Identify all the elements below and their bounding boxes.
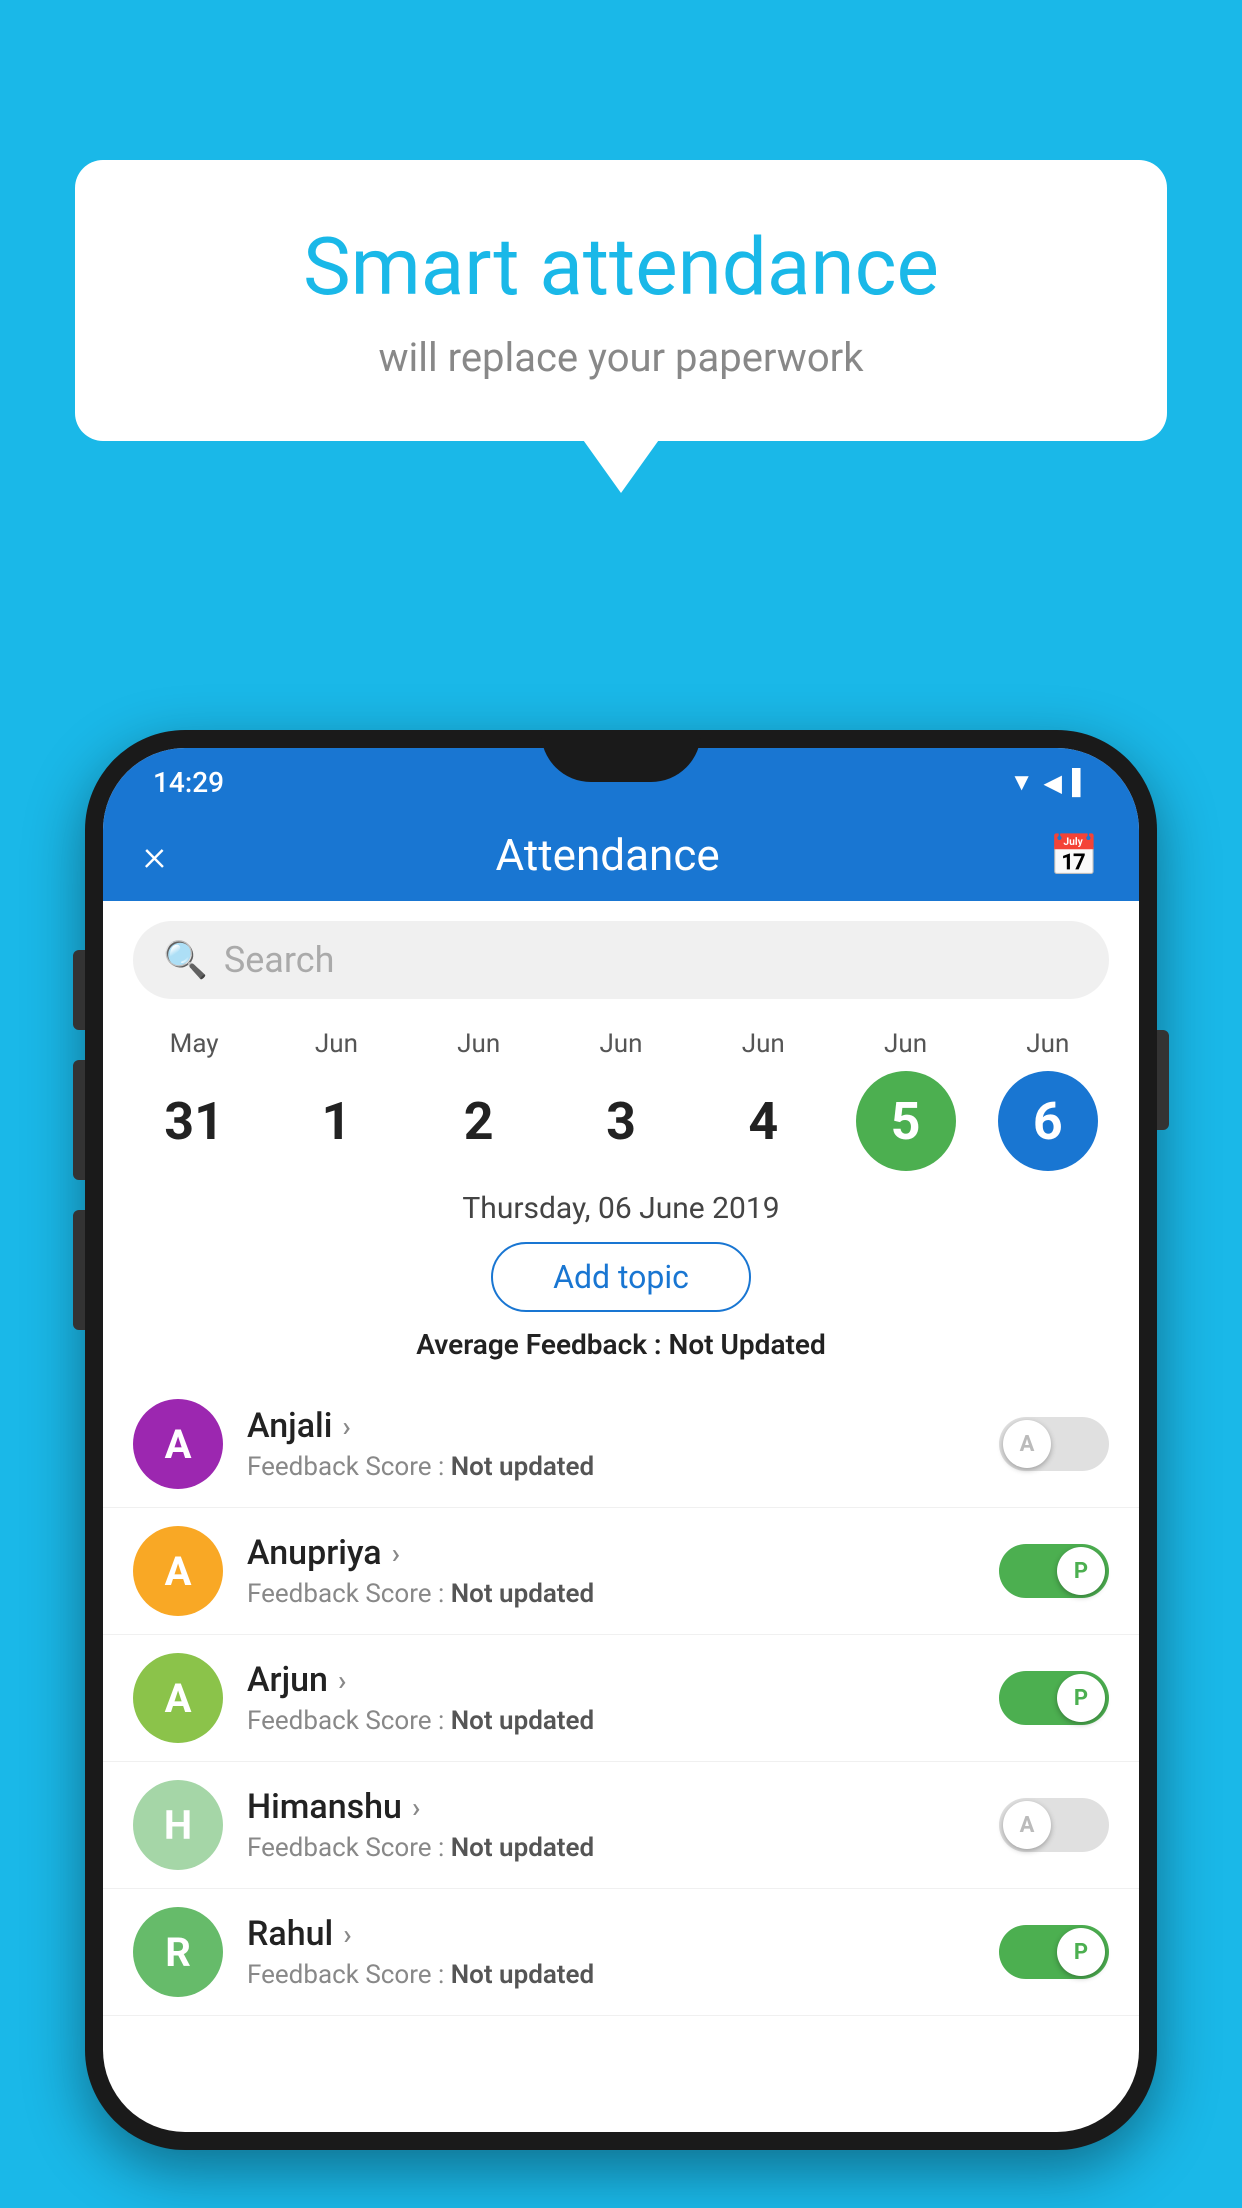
student-name[interactable]: Arjun › bbox=[247, 1660, 975, 1700]
cal-date-number[interactable]: 5 bbox=[856, 1071, 956, 1171]
selected-date-label: Thursday, 06 June 2019 bbox=[103, 1191, 1139, 1226]
toggle-wrap[interactable]: P bbox=[999, 1671, 1109, 1725]
student-info: Anupriya › Feedback Score : Not updated bbox=[247, 1533, 975, 1609]
student-score: Feedback Score : Not updated bbox=[247, 1833, 975, 1863]
student-avatar: A bbox=[133, 1526, 223, 1616]
chevron-icon: › bbox=[342, 1410, 350, 1443]
cal-month-label: Jun bbox=[742, 1029, 785, 1059]
student-score: Feedback Score : Not updated bbox=[247, 1960, 975, 1990]
cal-month-label: Jun bbox=[1026, 1029, 1069, 1059]
toggle-wrap[interactable]: A bbox=[999, 1798, 1109, 1852]
cal-date-number[interactable]: 6 bbox=[998, 1071, 1098, 1171]
add-topic-label[interactable]: Add topic bbox=[491, 1242, 751, 1312]
toggle-knob: P bbox=[1057, 1928, 1105, 1976]
attendance-toggle[interactable]: P bbox=[999, 1671, 1109, 1725]
signal-icon: ◀ bbox=[1044, 769, 1062, 797]
app-header: × Attendance 📅 bbox=[103, 809, 1139, 901]
cal-date-number[interactable]: 1 bbox=[286, 1071, 386, 1171]
toggle-wrap[interactable]: A bbox=[999, 1417, 1109, 1471]
bubble-subtitle: will replace your paperwork bbox=[155, 334, 1087, 381]
speech-bubble: Smart attendance will replace your paper… bbox=[75, 160, 1167, 441]
search-bar[interactable]: 🔍 Search bbox=[133, 921, 1109, 999]
student-score: Feedback Score : Not updated bbox=[247, 1452, 975, 1482]
student-item[interactable]: A Arjun › Feedback Score : Not updated P bbox=[103, 1635, 1139, 1762]
close-button[interactable]: × bbox=[143, 833, 166, 877]
student-info: Himanshu › Feedback Score : Not updated bbox=[247, 1787, 975, 1863]
attendance-toggle[interactable]: A bbox=[999, 1798, 1109, 1852]
chevron-icon: › bbox=[412, 1791, 420, 1824]
student-avatar: A bbox=[133, 1653, 223, 1743]
average-feedback: Average Feedback : Not Updated bbox=[103, 1328, 1139, 1361]
search-input[interactable]: Search bbox=[224, 939, 335, 981]
student-list: AAnjali ›Feedback Score : Not updatedAAA… bbox=[103, 1381, 1139, 2132]
student-avatar: A bbox=[133, 1399, 223, 1489]
battery-icon: ▌ bbox=[1072, 768, 1089, 797]
status-time: 14:29 bbox=[153, 766, 224, 799]
calendar-day[interactable]: May 31 bbox=[129, 1029, 259, 1171]
calendar-day[interactable]: Jun 4 bbox=[698, 1029, 828, 1171]
avg-feedback-label: Average Feedback : bbox=[416, 1328, 661, 1361]
cal-month-label: Jun bbox=[457, 1029, 500, 1059]
phone-button-left-1 bbox=[73, 950, 85, 1030]
student-name[interactable]: Anjali › bbox=[247, 1406, 975, 1446]
phone-button-left-3 bbox=[73, 1210, 85, 1330]
phone-wrapper: 14:29 ▼ ◀ ▌ × Attendance 📅 🔍 Search May 3… bbox=[85, 730, 1157, 2208]
phone-button-left-2 bbox=[73, 1060, 85, 1180]
cal-month-label: Jun bbox=[315, 1029, 358, 1059]
student-item[interactable]: A Anjali › Feedback Score : Not updated A bbox=[103, 1381, 1139, 1508]
phone-button-right bbox=[1157, 1030, 1169, 1130]
toggle-wrap[interactable]: P bbox=[999, 1925, 1109, 1979]
toggle-knob: A bbox=[1003, 1420, 1051, 1468]
cal-date-number[interactable]: 2 bbox=[429, 1071, 529, 1171]
avg-feedback-value: Not Updated bbox=[669, 1328, 826, 1361]
student-item[interactable]: A Anupriya › Feedback Score : Not updated P bbox=[103, 1508, 1139, 1635]
student-name[interactable]: Himanshu › bbox=[247, 1787, 975, 1827]
bubble-title: Smart attendance bbox=[155, 220, 1087, 314]
add-topic-button[interactable]: Add topic bbox=[103, 1242, 1139, 1312]
wifi-icon: ▼ bbox=[1010, 768, 1034, 797]
search-icon: 🔍 bbox=[163, 939, 208, 981]
student-name[interactable]: Rahul › bbox=[247, 1914, 975, 1954]
header-title: Attendance bbox=[496, 829, 720, 881]
toggle-knob: P bbox=[1057, 1547, 1105, 1595]
cal-month-label: Jun bbox=[884, 1029, 927, 1059]
attendance-toggle[interactable]: P bbox=[999, 1925, 1109, 1979]
calendar-day[interactable]: Jun 5 bbox=[841, 1029, 971, 1171]
student-item[interactable]: H Himanshu › Feedback Score : Not updated A bbox=[103, 1762, 1139, 1889]
toggle-knob: A bbox=[1003, 1801, 1051, 1849]
student-item[interactable]: R Rahul › Feedback Score : Not updated P bbox=[103, 1889, 1139, 2016]
status-icons: ▼ ◀ ▌ bbox=[1010, 768, 1089, 797]
student-score: Feedback Score : Not updated bbox=[247, 1579, 975, 1609]
phone-outer: 14:29 ▼ ◀ ▌ × Attendance 📅 🔍 Search May 3… bbox=[85, 730, 1157, 2150]
student-avatar: R bbox=[133, 1907, 223, 1997]
calendar-icon[interactable]: 📅 bbox=[1049, 832, 1099, 879]
attendance-toggle[interactable]: P bbox=[999, 1544, 1109, 1598]
cal-date-number[interactable]: 3 bbox=[571, 1071, 671, 1171]
phone-notch bbox=[541, 730, 701, 782]
cal-month-label: May bbox=[170, 1029, 219, 1059]
toggle-wrap[interactable]: P bbox=[999, 1544, 1109, 1598]
student-name[interactable]: Anupriya › bbox=[247, 1533, 975, 1573]
calendar-strip: May 31 Jun 1 Jun 2 Jun 3 Jun 4 Jun 5 Jun 6 bbox=[103, 1019, 1139, 1171]
student-info: Rahul › Feedback Score : Not updated bbox=[247, 1914, 975, 1990]
calendar-day[interactable]: Jun 2 bbox=[414, 1029, 544, 1171]
calendar-day[interactable]: Jun 3 bbox=[556, 1029, 686, 1171]
student-score: Feedback Score : Not updated bbox=[247, 1706, 975, 1736]
phone-screen: 14:29 ▼ ◀ ▌ × Attendance 📅 🔍 Search May 3… bbox=[103, 748, 1139, 2132]
calendar-day[interactable]: Jun 1 bbox=[271, 1029, 401, 1171]
student-avatar: H bbox=[133, 1780, 223, 1870]
calendar-day[interactable]: Jun 6 bbox=[983, 1029, 1113, 1171]
toggle-knob: P bbox=[1057, 1674, 1105, 1722]
chevron-icon: › bbox=[392, 1537, 400, 1570]
attendance-toggle[interactable]: A bbox=[999, 1417, 1109, 1471]
chevron-icon: › bbox=[343, 1918, 351, 1951]
student-info: Arjun › Feedback Score : Not updated bbox=[247, 1660, 975, 1736]
chevron-icon: › bbox=[338, 1664, 346, 1697]
cal-date-number[interactable]: 4 bbox=[713, 1071, 813, 1171]
cal-date-number[interactable]: 31 bbox=[144, 1071, 244, 1171]
cal-month-label: Jun bbox=[599, 1029, 642, 1059]
student-info: Anjali › Feedback Score : Not updated bbox=[247, 1406, 975, 1482]
